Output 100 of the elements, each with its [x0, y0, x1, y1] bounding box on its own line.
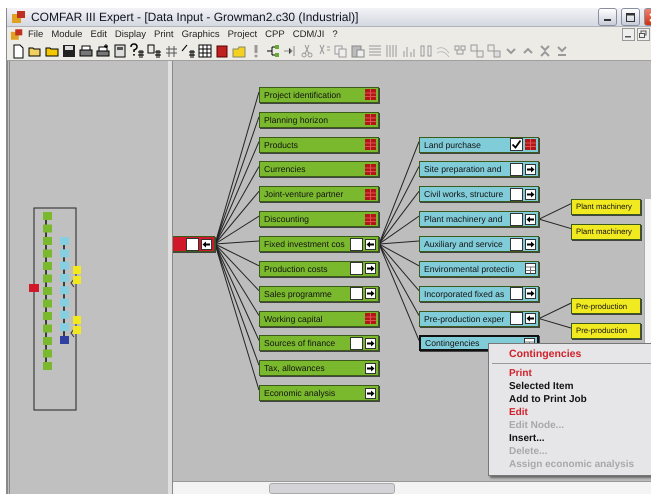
checkbox[interactable] — [510, 138, 523, 152]
checkbox[interactable] — [350, 238, 363, 250]
tree-node[interactable]: Sales programme — [259, 286, 379, 302]
tree-node[interactable]: Land purchase — [419, 136, 539, 153]
table-icon[interactable] — [197, 43, 213, 59]
tree-node[interactable]: Planning horizon — [259, 112, 379, 128]
tree-node[interactable]: Production costs — [259, 260, 379, 277]
node-label: Land purchase — [424, 140, 482, 150]
menu-item[interactable]: File — [24, 29, 48, 40]
save-icon[interactable] — [61, 43, 77, 59]
paste-icon[interactable] — [350, 43, 366, 59]
menu-item[interactable]: Graphics — [178, 29, 224, 40]
question-hash-icon[interactable] — [129, 43, 145, 59]
menu-item[interactable]: Selected Item — [489, 380, 651, 393]
menu-item[interactable]: Edit — [86, 29, 111, 40]
hash-icon[interactable] — [163, 43, 179, 59]
tree-node[interactable]: Site preparation and — [419, 161, 539, 178]
checkbox[interactable] — [186, 238, 199, 250]
grid-hash-icon[interactable] — [146, 43, 162, 59]
checkbox[interactable] — [510, 238, 523, 250]
node-label: Plant machinery and — [424, 214, 504, 224]
menu-item[interactable]: ? — [328, 29, 342, 40]
app-logo-icon — [10, 28, 24, 41]
left-arrow-icon[interactable] — [201, 238, 212, 250]
tree-node[interactable]: Plant machinery and — [419, 211, 539, 228]
tree-node[interactable]: Environmental protectio — [419, 260, 539, 277]
tree-node[interactable]: Sources of finance — [259, 335, 379, 352]
node-label: Contingencies — [425, 338, 480, 348]
node-label: Production costs — [264, 264, 329, 274]
left-arrow-icon[interactable] — [525, 313, 536, 324]
menu-item[interactable]: Project — [224, 29, 262, 40]
maximize-icon — [626, 12, 635, 22]
minimize-icon[interactable] — [622, 28, 635, 41]
calculator-icon[interactable] — [112, 43, 128, 59]
menu-item[interactable]: CPP — [261, 29, 289, 40]
node-label: Pre-production exper — [424, 314, 506, 324]
tree-node[interactable]: Pre-production exper — [419, 310, 539, 327]
node-label: Joint-venture partner — [264, 189, 344, 200]
book-icon[interactable] — [214, 43, 230, 59]
right-arrow-icon[interactable] — [525, 188, 536, 200]
node-label: Project identification — [264, 90, 342, 100]
checkbox[interactable] — [510, 188, 523, 201]
app-logo-icon — [11, 10, 27, 24]
minimize-icon — [604, 19, 611, 21]
node-label: Incorporated fixed as — [424, 288, 506, 299]
checkbox[interactable] — [510, 287, 523, 300]
left-arrow-icon[interactable] — [365, 238, 376, 250]
node-label: Planning horizon — [264, 114, 330, 125]
maximize-button[interactable] — [621, 8, 640, 26]
restore-icon[interactable] — [637, 28, 650, 41]
right-arrow-icon[interactable] — [525, 288, 536, 300]
right-arrow-icon[interactable] — [525, 238, 536, 250]
tree-branch-icon[interactable] — [265, 43, 281, 59]
right-arrow-icon[interactable] — [365, 388, 376, 399]
tree-node[interactable]: Auxiliary and service — [419, 236, 539, 252]
tree-node[interactable]: Incorporated fixed as — [419, 286, 539, 302]
table-icon[interactable] — [525, 263, 536, 274]
checkbox[interactable] — [510, 212, 523, 226]
tree-node[interactable]: Economic analysis — [259, 385, 379, 402]
checkbox[interactable] — [350, 262, 363, 276]
root-node[interactable] — [173, 236, 215, 252]
horizontal-scrollbar[interactable] — [173, 481, 651, 494]
tree-node[interactable]: Products — [259, 136, 379, 153]
scrollbar-thumb[interactable] — [269, 483, 395, 494]
tree-node[interactable]: Working capital — [259, 310, 379, 327]
minimize-button[interactable] — [598, 8, 617, 26]
right-arrow-icon[interactable] — [365, 263, 376, 274]
node-label: Sources of finance — [264, 338, 336, 348]
percent-hash-icon[interactable] — [180, 43, 196, 59]
tree-node[interactable]: Fixed investment cos — [259, 236, 379, 252]
tree-node[interactable]: Joint-venture partner — [259, 186, 379, 202]
checkbox[interactable] — [350, 336, 363, 350]
node-copy-icon[interactable] — [469, 43, 485, 59]
menu-item[interactable]: Display — [110, 29, 150, 40]
right-arrow-icon[interactable] — [525, 164, 536, 175]
right-arrow-icon[interactable] — [365, 288, 376, 300]
printer-icon[interactable] — [78, 43, 94, 59]
menu-item[interactable]: Print — [150, 29, 178, 40]
checkbox[interactable] — [510, 312, 523, 326]
menu-item[interactable]: CDM/JI — [288, 29, 328, 40]
menu-item[interactable]: Add to Print Job — [489, 393, 651, 406]
left-arrow-icon[interactable] — [525, 214, 536, 225]
node-label: Tax, allowances — [264, 363, 326, 374]
menu-item[interactable]: Print — [489, 367, 651, 380]
node-label: Sales programme — [264, 288, 333, 299]
tree-node[interactable]: Discounting — [259, 211, 379, 228]
menu-item[interactable]: Module — [47, 29, 86, 40]
tree-node[interactable]: Civil works, structure — [419, 186, 539, 202]
tree-node[interactable]: Currencies — [259, 161, 379, 178]
right-arrow-icon[interactable] — [365, 338, 376, 349]
menu-item[interactable]: Edit — [489, 406, 651, 419]
printer-icon[interactable] — [95, 43, 111, 59]
tree-node[interactable]: Project identification — [259, 86, 379, 103]
menu-item[interactable]: Insert... — [489, 432, 651, 445]
node-paste-icon[interactable] — [486, 43, 502, 59]
checkbox[interactable] — [510, 162, 523, 176]
node-label: Environmental protectio — [424, 264, 516, 274]
tree-node[interactable]: Tax, allowances — [259, 360, 379, 376]
checkbox[interactable] — [350, 287, 363, 300]
right-arrow-icon[interactable] — [365, 362, 376, 374]
